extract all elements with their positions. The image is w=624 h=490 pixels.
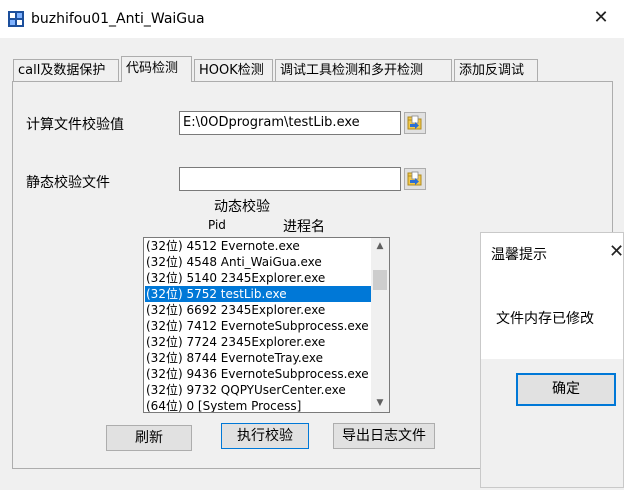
process-row[interactable]: (32位) 5140 2345Explorer.exe [145,270,371,286]
process-row[interactable]: (32位) 4512 Evernote.exe [145,238,371,254]
process-row[interactable]: (32位) 9732 QQPYUserCenter.exe [145,382,371,398]
window-title: buzhifou01_Anti_WaiGua [31,11,205,27]
folder-open-icon [407,115,422,130]
process-name-column-header: 进程名 [283,219,325,235]
tab-hook-check[interactable]: HOOK检测 [194,59,273,81]
process-row[interactable]: (32位) 9436 EvernoteSubprocess.exe [145,366,371,382]
file-checksum-label: 计算文件校验值 [26,117,124,133]
static-file-field[interactable] [179,167,401,191]
tab-debugger-detect[interactable]: 调试工具检测和多开检测 [275,59,452,81]
process-row[interactable]: (32位) 7724 2345Explorer.exe [145,334,371,350]
tab-call-protection[interactable]: call及数据保护 [13,59,119,81]
tab-code-check[interactable]: 代码检测 [121,56,192,82]
browse-static-button[interactable] [404,168,426,190]
dialog-ok-button[interactable]: 确定 [516,373,616,406]
scroll-down-arrow-icon[interactable]: ▼ [371,395,389,412]
browse-file-button[interactable] [404,112,426,134]
message-dialog: 温馨提示 ✕ 文件内存已修改 确定 [480,232,624,488]
scroll-up-arrow-icon[interactable]: ▲ [371,238,389,255]
process-row[interactable]: (64位) 0 [System Process] [145,398,371,412]
run-check-button[interactable]: 执行校验 [221,423,309,449]
listbox-scrollbar[interactable]: ▲ ▼ [371,238,389,412]
dialog-title: 温馨提示 [491,247,547,263]
dynamic-check-header: 动态校验 [214,199,270,215]
scrollbar-thumb[interactable] [373,270,387,290]
window-close-button[interactable]: ✕ [578,0,624,36]
process-row[interactable]: (32位) 8744 EvernoteTray.exe [145,350,371,366]
dialog-footer: 确定 [481,359,623,487]
process-listbox[interactable]: (32位) 4512 Evernote.exe (32位) 4548 Anti_… [143,237,390,413]
process-row[interactable]: (32位) 7412 EvernoteSubprocess.exe [145,318,371,334]
dialog-message: 文件内存已修改 [496,311,594,327]
app-icon [8,11,24,27]
file-path-field[interactable]: E:\0ODprogram\testLib.exe [179,111,401,135]
pid-column-header: Pid [208,218,226,232]
title-bar: buzhifou01_Anti_WaiGua ✕ [0,0,624,38]
refresh-button[interactable]: 刷新 [106,425,192,451]
process-row[interactable]: (32位) 4548 Anti_WaiGua.exe [145,254,371,270]
tab-add-anti-debug[interactable]: 添加反调试 [454,59,538,81]
export-log-button[interactable]: 导出日志文件 [333,423,435,449]
process-row-selected[interactable]: (32位) 5752 testLib.exe [145,286,371,302]
dialog-close-button[interactable]: ✕ [609,241,623,262]
process-row[interactable]: (32位) 6692 2345Explorer.exe [145,302,371,318]
static-check-label: 静态校验文件 [26,175,110,191]
folder-open-icon [407,171,422,186]
